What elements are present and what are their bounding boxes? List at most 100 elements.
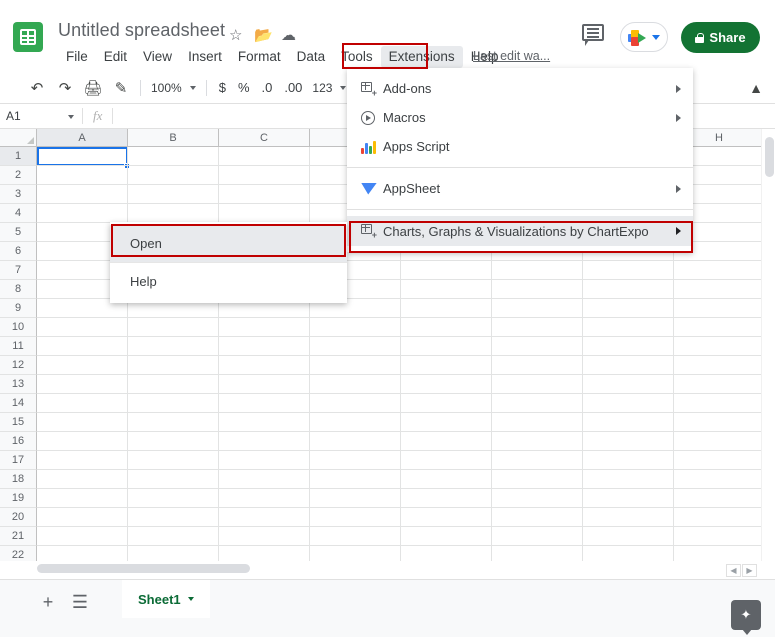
menu-item-label: Apps Script — [383, 139, 681, 154]
number-format-value: 123 — [312, 81, 332, 95]
meet-button[interactable] — [620, 22, 668, 52]
grid-hline — [37, 412, 775, 413]
menu-item-chartexpo[interactable]: + Charts, Graphs & Visualizations by Cha… — [347, 216, 693, 246]
zoom-selector[interactable]: 100% — [147, 79, 200, 97]
menu-item-macros[interactable]: Macros — [347, 103, 693, 132]
chevron-down-icon[interactable] — [188, 597, 194, 601]
apps-script-icon — [361, 140, 383, 154]
chevron-right-icon — [676, 85, 681, 93]
column-header-c[interactable]: C — [219, 129, 310, 147]
print-icon[interactable]: 🖨 — [80, 75, 106, 101]
grid-vline — [309, 147, 310, 561]
comment-icon[interactable] — [582, 24, 606, 46]
chartexpo-submenu: Open Help — [110, 222, 347, 303]
row-header-3[interactable]: 3 — [0, 185, 37, 204]
grid-hline — [37, 545, 775, 546]
menu-item-label: Macros — [383, 110, 668, 125]
google-sheets-window: Untitled spreadsheet ☆ 📂 ☁ File Edit Vie… — [0, 0, 775, 637]
row-header-22[interactable]: 22 — [0, 546, 37, 561]
toolbar-divider — [140, 80, 141, 96]
row-header-4[interactable]: 4 — [0, 204, 37, 223]
undo-icon[interactable]: ↶ — [24, 75, 50, 101]
document-title[interactable]: Untitled spreadsheet — [58, 20, 225, 41]
row-header-21[interactable]: 21 — [0, 527, 37, 546]
appsheet-icon — [361, 183, 383, 195]
increase-decimal-button[interactable]: .00 — [278, 80, 308, 95]
menu-tools[interactable]: Tools — [333, 46, 381, 68]
cloud-saved-icon[interactable]: ☁ — [281, 26, 296, 44]
row-header-13[interactable]: 13 — [0, 375, 37, 394]
grid-hline — [37, 526, 775, 527]
menu-extensions[interactable]: Extensions — [381, 46, 463, 68]
row-header-5[interactable]: 5 — [0, 223, 37, 242]
star-icon[interactable]: ☆ — [229, 26, 242, 44]
menu-view[interactable]: View — [135, 46, 180, 68]
all-sheets-icon[interactable]: ☰ — [64, 586, 96, 618]
menu-insert[interactable]: Insert — [180, 46, 230, 68]
app-header: Untitled spreadsheet ☆ 📂 ☁ File Edit Vie… — [0, 0, 775, 72]
row-header-14[interactable]: 14 — [0, 394, 37, 413]
decrease-decimal-button[interactable]: .0 — [256, 80, 279, 95]
row-header-9[interactable]: 9 — [0, 299, 37, 318]
percent-format-button[interactable]: % — [232, 80, 256, 95]
row-header-12[interactable]: 12 — [0, 356, 37, 375]
row-header-19[interactable]: 19 — [0, 489, 37, 508]
column-header-a[interactable]: A — [37, 129, 128, 147]
row-header-16[interactable]: 16 — [0, 432, 37, 451]
row-header-17[interactable]: 17 — [0, 451, 37, 470]
select-all-corner[interactable] — [0, 129, 37, 147]
column-header-b[interactable]: B — [128, 129, 219, 147]
row-header-6[interactable]: 6 — [0, 242, 37, 261]
submenu-item-help[interactable]: Help — [110, 263, 347, 300]
menu-item-label: AppSheet — [383, 181, 668, 196]
menu-divider — [347, 209, 693, 210]
scroll-left-button[interactable]: ◀ — [726, 564, 741, 577]
paint-format-icon[interactable]: ✎ — [108, 75, 134, 101]
name-box[interactable]: A1 — [0, 104, 82, 128]
row-header-18[interactable]: 18 — [0, 470, 37, 489]
menu-format[interactable]: Format — [230, 46, 289, 68]
menu-item-label: Charts, Graphs & Visualizations by Chart… — [383, 224, 668, 239]
row-header-8[interactable]: 8 — [0, 280, 37, 299]
number-format-selector[interactable]: 123 — [308, 79, 350, 97]
menu-item-apps-script[interactable]: Apps Script — [347, 132, 693, 161]
grid-hline — [37, 488, 775, 489]
last-edit-link[interactable]: Last edit wa... — [473, 49, 550, 63]
grid-hline — [37, 393, 775, 394]
name-box-value: A1 — [6, 109, 21, 123]
row-header-2[interactable]: 2 — [0, 166, 37, 185]
add-ons-icon: + — [361, 82, 383, 96]
add-sheet-icon[interactable]: + — [32, 586, 64, 618]
vertical-scroll-thumb[interactable] — [765, 137, 774, 177]
share-button[interactable]: Share — [681, 22, 760, 53]
row-header-1[interactable]: 1 — [0, 147, 37, 166]
row-header-15[interactable]: 15 — [0, 413, 37, 432]
menu-item-add-ons[interactable]: + Add-ons — [347, 74, 693, 103]
vertical-scrollbar[interactable] — [761, 129, 775, 561]
collapse-toolbar-icon[interactable]: ▲ — [749, 80, 763, 96]
submenu-item-open[interactable]: Open — [110, 225, 347, 262]
menu-item-appsheet[interactable]: AppSheet — [347, 174, 693, 203]
sheet-tab-sheet1[interactable]: Sheet1 — [122, 580, 210, 618]
grid-hline — [37, 374, 775, 375]
menu-divider — [347, 167, 693, 168]
row-header-7[interactable]: 7 — [0, 261, 37, 280]
menu-edit[interactable]: Edit — [96, 46, 135, 68]
row-header-11[interactable]: 11 — [0, 337, 37, 356]
scroll-right-button[interactable]: ▶ — [742, 564, 757, 577]
redo-icon[interactable]: ↷ — [52, 75, 78, 101]
row-header-10[interactable]: 10 — [0, 318, 37, 337]
horizontal-scroll-thumb[interactable] — [37, 564, 250, 573]
horizontal-scrollbar[interactable]: ◀ ▶ — [0, 561, 775, 579]
explore-icon[interactable]: ✦ — [731, 600, 761, 630]
bottom-bar: + ☰ Sheet1 ✦ — [0, 579, 775, 637]
grid-hline — [37, 507, 775, 508]
move-to-folder-icon[interactable]: 📂 — [254, 26, 273, 44]
menu-file[interactable]: File — [58, 46, 96, 68]
chevron-down-icon — [652, 35, 660, 40]
menu-data[interactable]: Data — [289, 46, 334, 68]
meet-camera-icon — [628, 30, 646, 46]
currency-format-button[interactable]: $ — [213, 80, 232, 95]
row-header-20[interactable]: 20 — [0, 508, 37, 527]
sheet-tab-label: Sheet1 — [138, 592, 181, 607]
